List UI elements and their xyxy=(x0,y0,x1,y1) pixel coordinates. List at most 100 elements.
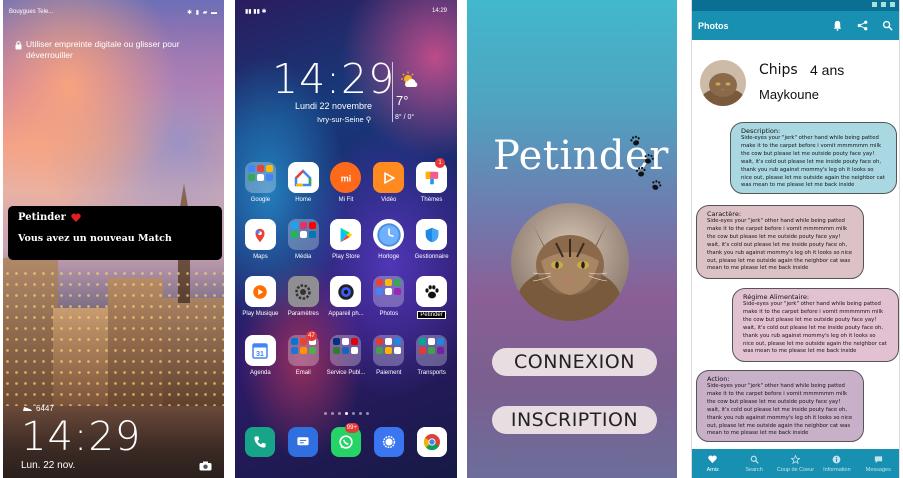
paw-prints-icon xyxy=(630,135,662,190)
heart-icon xyxy=(708,454,717,463)
google-folder-icon xyxy=(244,162,276,193)
dock-signal[interactable] xyxy=(367,427,410,457)
app-video[interactable]: Vidéo xyxy=(367,162,410,203)
app-petinder[interactable]: Petinder xyxy=(410,276,453,319)
nav-label: Amis xyxy=(706,466,719,473)
google-home-icon xyxy=(287,162,319,193)
app-themes[interactable]: 1 Thèmes xyxy=(410,158,453,203)
status-icons: ✱ ▮ ▰ ▬ xyxy=(187,10,218,16)
app-label: Google xyxy=(250,197,271,203)
character-bubble: Caractère: Side-eyes your "jerk" other h… xyxy=(696,205,864,279)
app-label: Service Publ... xyxy=(326,370,366,376)
app-label-selected: Petinder xyxy=(417,311,446,319)
app-agenda[interactable]: 31 Agenda xyxy=(239,335,282,376)
app-media[interactable]: Média xyxy=(282,219,325,260)
app-transports[interactable]: Transports xyxy=(410,335,453,376)
maps-icon xyxy=(244,219,276,250)
app-email[interactable]: 47 Email xyxy=(282,331,325,376)
bottom-navigation: Amis Search Coup de Coeur Information Me… xyxy=(692,449,899,478)
app-label: Maps xyxy=(253,254,268,260)
app-label: Play Musique xyxy=(242,311,279,317)
status-bar: Bouygues Tele... ✱ ▮ ▰ ▬ xyxy=(3,0,224,20)
app-label: Vidéo xyxy=(381,197,397,203)
app-play-store[interactable]: Play Store xyxy=(325,219,368,260)
nav-information[interactable]: Information xyxy=(816,449,857,478)
nav-messages[interactable]: Messages xyxy=(858,449,899,478)
nav-label: Information xyxy=(823,466,851,473)
lock-date: Lun. 22 nov. xyxy=(21,460,76,471)
match-notification[interactable]: Petinder Vous avez un nouveau Match xyxy=(8,206,222,260)
app-dock: 99+ xyxy=(239,423,453,457)
app-manager[interactable]: Gestionnaire xyxy=(410,219,453,260)
avatar xyxy=(700,60,746,106)
temp-range: 8° / 0° xyxy=(395,114,415,121)
pet-breed: Maykoune xyxy=(759,87,819,102)
messages-icon xyxy=(288,427,319,457)
carrier-name: Bouygues Tele... xyxy=(9,9,54,15)
app-label: Horloge xyxy=(378,254,400,260)
clock-icon xyxy=(373,219,405,250)
app-camera[interactable]: Appareil ph... xyxy=(325,276,368,319)
transport-folder-icon xyxy=(416,335,448,366)
app-payment[interactable]: Paiement xyxy=(367,335,410,376)
app-service-public[interactable]: Service Publ... xyxy=(325,335,368,376)
share-icon[interactable] xyxy=(857,20,868,31)
signup-button[interactable]: INSCRIPTION xyxy=(492,406,657,434)
app-clock[interactable]: Horloge xyxy=(367,219,410,260)
page-indicator xyxy=(235,412,457,415)
section-text: Side-eyes your "jerk" other hand while b… xyxy=(741,135,885,189)
app-label: Mi Fit xyxy=(338,197,354,203)
dock-whatsapp[interactable]: 99+ xyxy=(325,423,368,457)
status-time: 14:29 xyxy=(431,8,447,14)
notification-badge: 47 xyxy=(306,331,317,341)
step-counter: 6447 xyxy=(23,404,54,413)
nav-label: Coup de Coeur xyxy=(776,466,815,473)
clock-divider xyxy=(392,62,393,122)
section-heading: Régime Alimentaire: xyxy=(743,293,810,301)
nav-favorites[interactable]: Coup de Coeur xyxy=(775,449,816,478)
app-maps[interactable]: Maps xyxy=(239,219,282,260)
cat-profile-screen: Photos Chips 4 ans Maykoune Description:… xyxy=(691,0,900,478)
bell-icon[interactable] xyxy=(832,20,843,31)
camera-icon xyxy=(330,276,362,307)
settings-icon xyxy=(287,276,319,307)
photos-icon xyxy=(373,276,405,307)
search-icon[interactable] xyxy=(882,20,893,31)
app-home[interactable]: Home xyxy=(282,162,325,203)
shield-icon xyxy=(416,219,448,250)
app-google[interactable]: Google xyxy=(239,162,282,203)
nav-friends[interactable]: Amis xyxy=(692,449,733,478)
app-mi-fit[interactable]: mi Mi Fit xyxy=(325,162,368,203)
service-folder-icon xyxy=(330,335,362,366)
app-label: Home xyxy=(295,197,312,203)
diet-bubble: Régime Alimentaire: Side-eyes your "jerk… xyxy=(732,288,899,362)
app-play-music[interactable]: Play Musique xyxy=(239,276,282,319)
dock-chrome[interactable] xyxy=(410,427,453,457)
unlock-hint-text: Utiliser empreinte digitale ou glisser p… xyxy=(26,39,180,60)
home-screen: ▮▮ ▮▮ ✱ 14:29 14:29 7° Lundi 22 novembre… xyxy=(235,0,457,478)
app-photos[interactable]: Photos xyxy=(367,276,410,319)
home-clock: 14:29 xyxy=(272,55,396,103)
nav-label: Messages xyxy=(865,466,891,473)
dock-messages[interactable] xyxy=(282,427,325,457)
app-settings[interactable]: Paramètres xyxy=(282,276,325,319)
email-folder-icon: 47 xyxy=(287,331,319,366)
app-label: Agenda xyxy=(250,370,271,376)
nav-search[interactable]: Search xyxy=(733,449,774,478)
app-bar: Photos xyxy=(692,11,899,40)
nav-label: Search xyxy=(745,466,763,473)
notification-badge: 1 xyxy=(435,158,446,168)
action-bubble: Action: Side-eyes your "jerk" other hand… xyxy=(696,370,864,442)
app-label: Email xyxy=(295,370,311,376)
calendar-icon: 31 xyxy=(244,335,276,366)
mi-fit-icon: mi xyxy=(330,162,362,193)
dock-phone[interactable] xyxy=(239,427,282,457)
app-label: Play Store xyxy=(332,254,360,260)
notification-message: Vous avez un nouveau Match xyxy=(18,233,172,244)
message-icon xyxy=(874,455,882,463)
notification-app-name: Petinder xyxy=(18,212,66,223)
login-button[interactable]: CONNEXION xyxy=(492,348,657,376)
pet-name: Chips xyxy=(759,62,798,78)
camera-shortcut-icon[interactable] xyxy=(199,461,212,471)
home-location: Ivry-sur-Seine ⚲ xyxy=(317,115,372,124)
